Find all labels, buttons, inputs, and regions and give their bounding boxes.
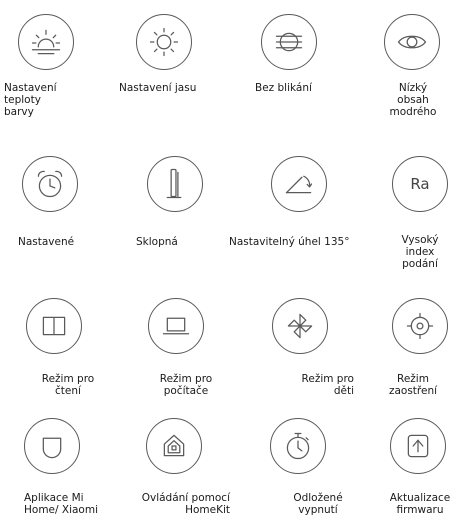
- flicker-free-icon: [261, 14, 317, 70]
- feature-label-no-flicker: Bez blikání: [255, 82, 312, 94]
- book-icon: [26, 298, 82, 354]
- feature-label-angle: Nastavitelný úhel 135°: [229, 236, 350, 248]
- feature-label-mi-home: Aplikace Mi Home/ Xiaomi: [24, 492, 98, 516]
- lamp-icon: [147, 156, 203, 212]
- sunrise-icon: [18, 14, 74, 70]
- feature-label-folding: Sklopná: [136, 236, 178, 248]
- pinwheel-icon: [272, 298, 328, 354]
- feature-label-brightness: Nastavení jasu: [119, 82, 197, 94]
- feature-label-low-blue: Nízký obsah modrého: [389, 82, 437, 118]
- sun-icon: [136, 14, 192, 70]
- firmware-update-icon: [390, 418, 446, 474]
- feature-label-color-temp: Nastavení teploty barvy: [4, 82, 57, 118]
- eye-icon: [384, 14, 440, 70]
- feature-label-kids: Režim pro děti: [301, 373, 354, 397]
- ra-icon-text: Ra: [410, 175, 430, 193]
- ra-icon: Ra: [392, 156, 448, 212]
- feature-label-cri: Vysoký index podání: [401, 234, 439, 270]
- laptop-icon: [148, 298, 204, 354]
- homekit-icon: [146, 418, 202, 474]
- feature-label-sleep-timer: Odložené vypnutí: [293, 492, 343, 516]
- feature-label-computer: Režim pro počítače: [159, 373, 213, 397]
- focus-icon: [392, 298, 448, 354]
- feature-label-firmware: Aktualizace firmwaru: [389, 492, 451, 516]
- feature-label-focus: Režim zaostření: [388, 373, 438, 397]
- feature-label-reading: Režim pro čtení: [41, 373, 95, 397]
- mi-home-icon: [24, 418, 80, 474]
- feature-label-homekit: Ovládání pomocí HomeKit: [141, 492, 230, 516]
- stopwatch-icon: [270, 418, 326, 474]
- alarm-clock-icon: [22, 156, 78, 212]
- angle-icon: [271, 156, 327, 212]
- feature-label-timer-set: Nastavené: [18, 236, 75, 248]
